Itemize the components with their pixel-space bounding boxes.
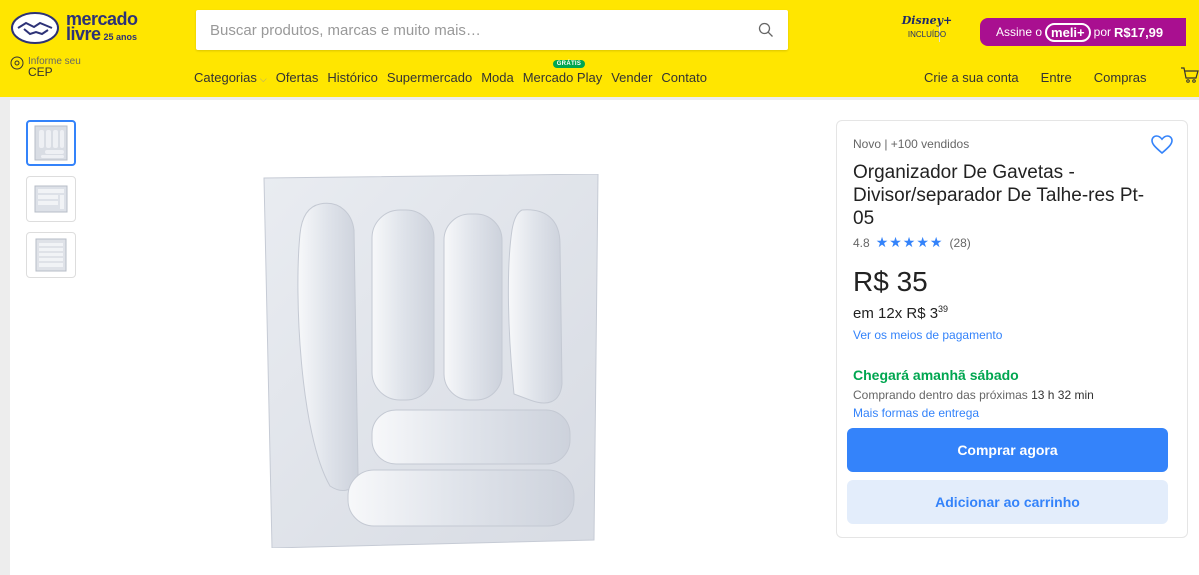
product-price: R$ 35 — [853, 266, 928, 297]
product-title: Organizador De Gavetas - Divisor/separad… — [853, 162, 1145, 229]
account-nav: Crie a sua conta Entre Compras — [924, 70, 1169, 85]
buy-box: Novo | +100 vendidos Organizador De Gave… — [836, 120, 1188, 538]
handshake-logo-icon — [10, 12, 60, 44]
nav-moda[interactable]: Moda — [481, 70, 514, 85]
meli-banner-prefix: Assine o — [996, 25, 1043, 39]
login-link[interactable]: Entre — [1041, 70, 1072, 85]
installments-info: em 12x R$ 339 — [853, 304, 949, 322]
anniversary-badge: 25 anos — [103, 31, 138, 42]
star-rating-icon: ★★★★★ — [875, 234, 944, 250]
drawer-organizer-thumbnail-icon — [34, 125, 68, 161]
favorite-heart-icon[interactable] — [1151, 135, 1173, 160]
nav-ofertas[interactable]: Ofertas — [276, 70, 319, 85]
free-badge: GRÁTIS — [552, 60, 586, 68]
nav-mercado-play[interactable]: GRÁTIS Mercado Play — [523, 60, 602, 85]
purchases-link[interactable]: Compras — [1094, 70, 1147, 85]
location-pin-icon — [10, 56, 24, 70]
arrival-date: Chegará amanhã sábado — [853, 367, 1019, 383]
meli-banner-price: R$17,99 — [1113, 24, 1164, 40]
create-account-link[interactable]: Crie a sua conta — [924, 70, 1019, 85]
add-to-cart-button[interactable]: Adicionar ao carrinho — [847, 480, 1168, 524]
search-button[interactable] — [752, 16, 780, 44]
thumbnail-3[interactable] — [26, 232, 76, 278]
nav-categorias[interactable]: Categorias ⌵ — [194, 70, 267, 85]
thumbnail-1[interactable] — [26, 120, 76, 166]
countdown-time: 13 h 32 min — [1031, 388, 1094, 402]
more-delivery-options-link[interactable]: Mais formas de entrega — [853, 406, 979, 420]
rating-count: (28) — [949, 235, 971, 250]
cart-icon[interactable] — [1180, 66, 1199, 84]
meli-plus-pill: meli+ — [1045, 22, 1091, 42]
payment-methods-link[interactable]: Ver os meios de pagamento — [853, 328, 1002, 342]
disney-plus-logo: Disney+ — [901, 14, 953, 27]
thumbnail-2[interactable] — [26, 176, 76, 222]
meli-plus-banner[interactable]: Assine o meli+ por R$17,99 — [980, 18, 1186, 46]
delivery-countdown: Comprando dentro das próximas 13 h 32 mi… — [853, 388, 1094, 402]
thumbnail-list — [26, 120, 76, 288]
buy-now-button[interactable]: Comprar agora — [847, 428, 1168, 472]
disney-included-label: INCLUÍDO — [907, 30, 947, 39]
logo-wordmark-bottom: livre 25 anos — [66, 23, 138, 44]
search-input[interactable] — [196, 10, 736, 50]
drawer-organizer-top-icon — [35, 238, 67, 272]
product-condition: Novo | +100 vendidos — [853, 137, 970, 151]
main-nav: Categorias ⌵ Ofertas Histórico Supermerca… — [194, 60, 716, 85]
location-selector[interactable]: Informe seu CEP — [10, 56, 120, 90]
nav-historico[interactable]: Histórico — [327, 70, 378, 85]
rating-score: 4.8 — [853, 235, 870, 250]
location-cep: CEP — [28, 65, 53, 79]
chevron-down-icon: ⌵ — [259, 74, 267, 84]
nav-contato[interactable]: Contato — [661, 70, 707, 85]
header: mercado livre25 anos Disney+ INCLUÍDO As… — [0, 0, 1199, 97]
nav-vender[interactable]: Vender — [611, 70, 652, 85]
drawer-organizer-angle-icon — [34, 185, 68, 213]
nav-supermercado[interactable]: Supermercado — [387, 70, 472, 85]
product-page: Novo | +100 vendidos Organizador De Gave… — [10, 100, 1199, 575]
search-icon — [758, 22, 773, 37]
meli-banner-mid: por — [1093, 25, 1111, 39]
product-rating[interactable]: 4.8 ★★★★★ (28) — [853, 234, 971, 251]
disney-plus-promo[interactable]: Disney+ INCLUÍDO — [896, 14, 958, 50]
installments-cents: 39 — [938, 304, 949, 314]
mercado-livre-logo[interactable]: mercado livre 25 anos — [10, 8, 180, 48]
search-bar — [196, 10, 940, 50]
main-product-image[interactable] — [260, 173, 602, 549]
